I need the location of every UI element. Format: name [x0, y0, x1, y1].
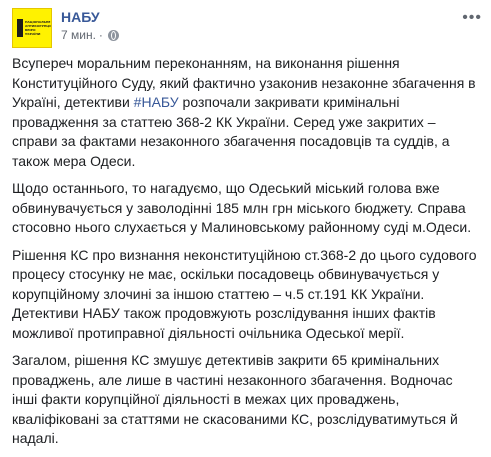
more-options-icon[interactable]: •••	[462, 10, 482, 26]
facebook-post: НАЦІОНАЛЬНЕ АНТИКОРУПЦІЙНЕ БЮРО УКРАЇНИ …	[0, 0, 491, 446]
nabu-logo-icon	[17, 19, 23, 37]
page-avatar[interactable]: НАЦІОНАЛЬНЕ АНТИКОРУПЦІЙНЕ БЮРО УКРАЇНИ	[12, 8, 52, 48]
post-timestamp[interactable]: 7 мин.	[61, 27, 96, 43]
hashtag-link[interactable]: #НАБУ	[134, 94, 179, 110]
post-body: Всупереч моральним переконанням, на вико…	[12, 54, 478, 457]
post-paragraph: Щодо останнього, то нагадуємо, що Одеськ…	[12, 180, 472, 235]
post-meta: 7 мин. ·	[61, 27, 119, 43]
page-name-link[interactable]: НАБУ	[61, 8, 100, 26]
globe-icon[interactable]	[107, 29, 119, 41]
avatar-logo-text: НАЦІОНАЛЬНЕ АНТИКОРУПЦІЙНЕ БЮРО УКРАЇНИ	[25, 20, 51, 36]
post-paragraph: Всупереч моральним переконанням, на вико…	[12, 54, 478, 171]
meta-separator: ·	[98, 28, 103, 42]
post-paragraph: Загалом, рішення КС змушує детективів за…	[12, 352, 458, 446]
post-header: НАЦІОНАЛЬНЕ АНТИКОРУПЦІЙНЕ БЮРО УКРАЇНИ …	[12, 6, 482, 48]
post-paragraph: Рішення КС про визнання неконституційною…	[12, 246, 477, 341]
